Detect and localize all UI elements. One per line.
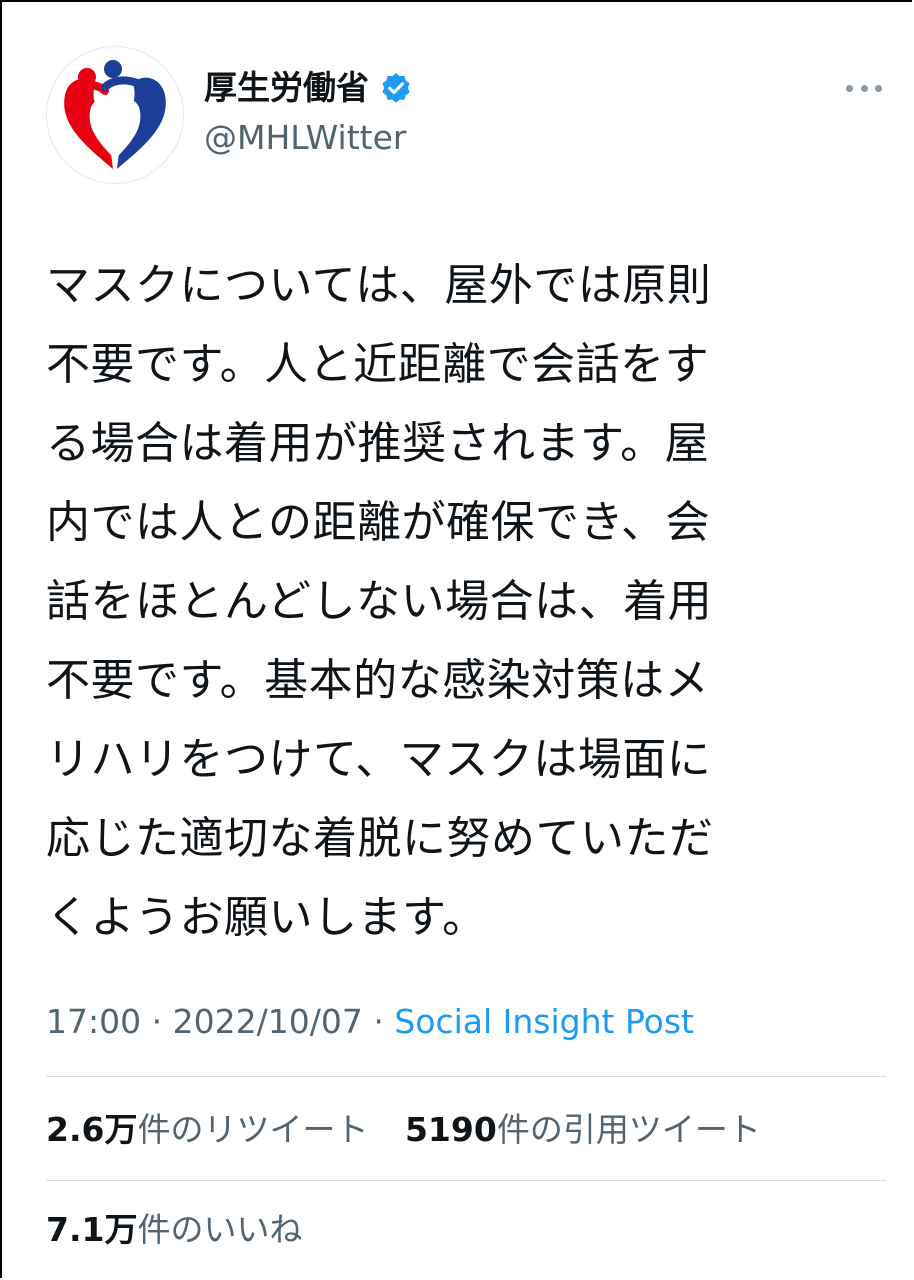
verified-badge-icon xyxy=(382,73,410,103)
tweet-source-link[interactable]: Social Insight Post xyxy=(394,1002,694,1041)
tweet-date[interactable]: 2022/10/07 xyxy=(173,1002,363,1041)
mhlw-logo-icon xyxy=(64,60,166,169)
tweet-text: マスクについては、屋外では原則 不要です。人と近距離で会話をす る場合は着用が推… xyxy=(46,260,714,943)
quote-tweet-count[interactable]: 5190件の引用ツイート xyxy=(405,1110,761,1149)
stats-row: 2.6万件のリツイート 5190件の引用ツイート xyxy=(46,1108,787,1152)
avatar[interactable] xyxy=(46,46,184,184)
account-handle[interactable]: @MHLWitter xyxy=(204,118,406,158)
tweet-metadata: 17:00 · 2022/10/07 · Social Insight Post xyxy=(46,1000,694,1044)
like-count[interactable]: 7.1万件のいいね xyxy=(46,1210,302,1249)
likes-row: 7.1万件のいいね xyxy=(46,1208,328,1252)
tweet-time[interactable]: 17:00 xyxy=(46,1002,141,1041)
divider xyxy=(46,1076,886,1077)
display-name[interactable]: 厚生労働省 xyxy=(204,68,413,108)
display-name-text: 厚生労働省 xyxy=(204,68,369,107)
meta-separator: · xyxy=(373,1002,384,1041)
retweet-count[interactable]: 2.6万件のリツイート xyxy=(46,1110,368,1149)
more-options-icon[interactable] xyxy=(846,78,882,98)
divider xyxy=(46,1180,886,1181)
meta-separator: · xyxy=(151,1002,163,1041)
